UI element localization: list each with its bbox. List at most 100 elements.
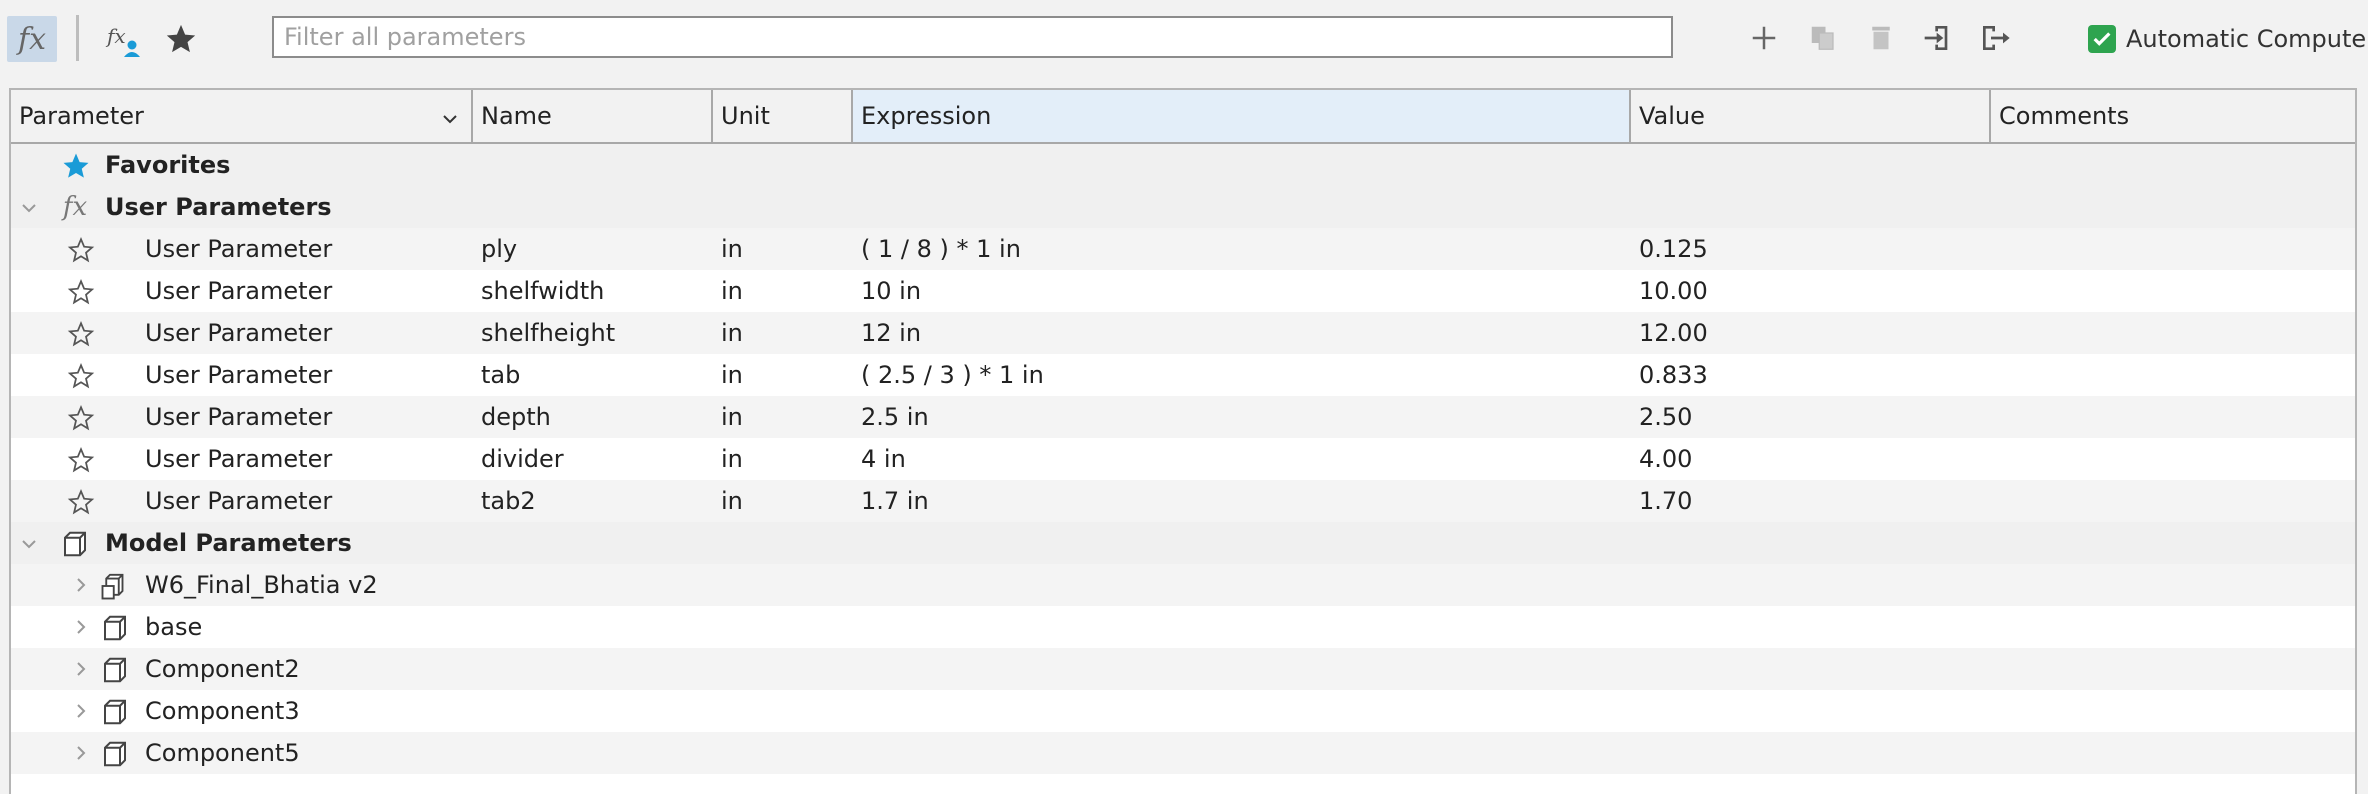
parameter-expression[interactable]: 2.5 in bbox=[861, 396, 929, 438]
parameter-unit[interactable]: in bbox=[721, 312, 743, 354]
table-row[interactable]: User Parameter depth in 2.5 in 2.50 bbox=[11, 396, 2355, 438]
component-box-icon bbox=[99, 738, 131, 770]
check-icon[interactable] bbox=[2088, 25, 2116, 53]
parameter-type: User Parameter bbox=[145, 487, 333, 515]
parameter-unit[interactable]: in bbox=[721, 396, 743, 438]
parameter-expression[interactable]: 1.7 in bbox=[861, 480, 929, 522]
import-icon[interactable] bbox=[1918, 18, 1958, 58]
automatic-compute-toggle[interactable]: Automatic Compute bbox=[2088, 20, 2366, 58]
parameter-name[interactable]: depth bbox=[481, 396, 551, 438]
table-row[interactable]: User Parameter shelfheight in 12 in 12.00 bbox=[11, 312, 2355, 354]
design-icon bbox=[99, 570, 131, 602]
star-outline-icon[interactable] bbox=[67, 278, 95, 306]
star-outline-icon[interactable] bbox=[67, 488, 95, 516]
star-outline-icon[interactable] bbox=[67, 236, 95, 264]
favorites-label: Favorites bbox=[105, 151, 231, 179]
user-parameters-group-row[interactable]: fx User Parameters bbox=[11, 186, 2355, 228]
column-header-row: Parameter Name Unit Expression Value Com… bbox=[11, 90, 2355, 144]
column-header-expression[interactable]: Expression bbox=[853, 90, 1631, 142]
parameter-expression[interactable]: 12 in bbox=[861, 312, 921, 354]
parameter-value: 12.00 bbox=[1639, 319, 1708, 347]
list-item[interactable]: W6_Final_Bhatia v2 bbox=[11, 564, 2355, 606]
export-icon[interactable] bbox=[1975, 18, 2015, 58]
parameter-value: 4.00 bbox=[1639, 445, 1693, 473]
model-item-label: Component3 bbox=[145, 697, 300, 725]
chevron-right-icon[interactable] bbox=[71, 617, 91, 637]
toolbar-separator bbox=[76, 15, 79, 61]
parameter-name[interactable]: divider bbox=[481, 438, 564, 480]
model-item-label: W6_Final_Bhatia v2 bbox=[145, 571, 378, 599]
list-item[interactable]: Component5 bbox=[11, 732, 2355, 774]
column-header-parameter[interactable]: Parameter bbox=[11, 90, 473, 142]
parameter-type: User Parameter bbox=[145, 403, 333, 431]
column-header-unit[interactable]: Unit bbox=[713, 90, 853, 142]
user-parameters-label: User Parameters bbox=[105, 193, 332, 221]
chevron-right-icon[interactable] bbox=[71, 659, 91, 679]
chevron-down-icon[interactable] bbox=[441, 106, 459, 134]
copy-icon[interactable] bbox=[1803, 18, 1843, 58]
column-header-name[interactable]: Name bbox=[473, 90, 713, 142]
trash-icon[interactable] bbox=[1861, 18, 1901, 58]
plus-icon[interactable] bbox=[1744, 18, 1784, 58]
model-item-label: Component2 bbox=[145, 655, 300, 683]
parameter-name[interactable]: tab bbox=[481, 354, 520, 396]
automatic-compute-label: Automatic Compute bbox=[2126, 25, 2367, 53]
parameter-name[interactable]: shelfheight bbox=[481, 312, 615, 354]
parameter-unit[interactable]: in bbox=[721, 438, 743, 480]
list-item[interactable]: Component3 bbox=[11, 690, 2355, 732]
parameter-type: User Parameter bbox=[145, 445, 333, 473]
parameter-unit[interactable]: in bbox=[721, 480, 743, 522]
chevron-right-icon[interactable] bbox=[71, 701, 91, 721]
star-outline-icon[interactable] bbox=[67, 446, 95, 474]
parameter-unit[interactable]: in bbox=[721, 228, 743, 270]
component-box-icon bbox=[99, 654, 131, 686]
parameter-name[interactable]: ply bbox=[481, 228, 517, 270]
fx-icon[interactable]: fx bbox=[7, 16, 57, 62]
fx-icon: fx bbox=[62, 192, 88, 222]
parameter-name[interactable]: shelfwidth bbox=[481, 270, 604, 312]
star-outline-icon[interactable] bbox=[67, 362, 95, 390]
toolbar: fx fx Automatic Compute bbox=[0, 0, 2368, 84]
list-item[interactable]: base bbox=[11, 606, 2355, 648]
chevron-right-icon[interactable] bbox=[71, 743, 91, 763]
parameter-value: 1.70 bbox=[1639, 487, 1693, 515]
chevron-down-icon[interactable] bbox=[19, 198, 39, 218]
list-item[interactable]: Component2 bbox=[11, 648, 2355, 690]
parameter-type: User Parameter bbox=[145, 361, 333, 389]
component-box-icon bbox=[59, 528, 91, 560]
column-header-comments[interactable]: Comments bbox=[1991, 90, 2355, 142]
star-outline-icon[interactable] bbox=[67, 320, 95, 348]
table-row[interactable]: User Parameter divider in 4 in 4.00 bbox=[11, 438, 2355, 480]
table-row[interactable]: User Parameter tab in ( 2.5 / 3 ) * 1 in 0.8… bbox=[11, 354, 2355, 396]
user-parameters-filter-icon[interactable]: fx bbox=[100, 16, 146, 62]
chevron-down-icon[interactable] bbox=[19, 534, 39, 554]
parameter-type: User Parameter bbox=[145, 235, 333, 263]
parameter-unit[interactable]: in bbox=[721, 270, 743, 312]
parameter-expression[interactable]: 4 in bbox=[861, 438, 906, 480]
parameter-value: 10.00 bbox=[1639, 277, 1708, 305]
parameter-unit[interactable]: in bbox=[721, 354, 743, 396]
svg-text:fx: fx bbox=[105, 24, 126, 48]
model-parameters-group-row[interactable]: Model Parameters bbox=[11, 522, 2355, 564]
parameter-expression[interactable]: ( 2.5 / 3 ) * 1 in bbox=[861, 354, 1044, 396]
favorites-star-icon[interactable] bbox=[158, 16, 204, 62]
chevron-right-icon[interactable] bbox=[71, 575, 91, 595]
column-header-value[interactable]: Value bbox=[1631, 90, 1991, 142]
table-row[interactable]: User Parameter ply in ( 1 / 8 ) * 1 in 0.125 bbox=[11, 228, 2355, 270]
parameter-value: 0.125 bbox=[1639, 235, 1708, 263]
parameter-expression[interactable]: ( 1 / 8 ) * 1 in bbox=[861, 228, 1021, 270]
parameter-expression[interactable]: 10 in bbox=[861, 270, 921, 312]
component-box-icon bbox=[99, 612, 131, 644]
model-item-label: Component5 bbox=[145, 739, 300, 767]
component-box-icon bbox=[99, 696, 131, 728]
parameter-name[interactable]: tab2 bbox=[481, 480, 536, 522]
favorites-group-row[interactable]: Favorites bbox=[11, 144, 2355, 186]
parameters-grid: Parameter Name Unit Expression Value Com… bbox=[9, 88, 2357, 794]
model-parameters-label: Model Parameters bbox=[105, 529, 352, 557]
star-filled-icon bbox=[61, 151, 91, 181]
table-row[interactable]: User Parameter shelfwidth in 10 in 10.00 bbox=[11, 270, 2355, 312]
filter-input[interactable] bbox=[272, 16, 1673, 58]
model-item-label: base bbox=[145, 613, 203, 641]
star-outline-icon[interactable] bbox=[67, 404, 95, 432]
table-row[interactable]: User Parameter tab2 in 1.7 in 1.70 bbox=[11, 480, 2355, 522]
